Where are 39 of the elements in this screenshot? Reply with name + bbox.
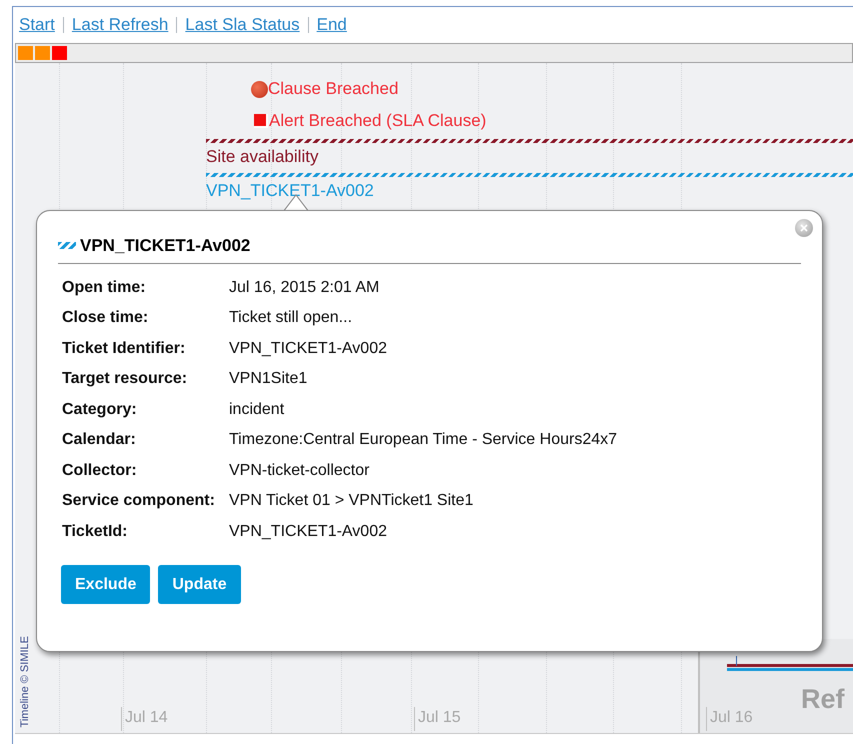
- field-label: Collector:: [62, 460, 138, 480]
- nav-link[interactable]: Last Refresh: [72, 12, 168, 38]
- field-value: Timezone:Central European Time - Service Hours24x7: [229, 430, 618, 450]
- field-label: Close time:: [62, 308, 150, 328]
- event-bar[interactable]: [206, 139, 853, 143]
- event-label[interactable]: Alert Breached (SLA Clause): [269, 108, 486, 134]
- field-label: Target resource:: [62, 369, 188, 389]
- popup-title: VPN_TICKET1-Av002: [80, 235, 250, 257]
- nav-link[interactable]: Start: [19, 12, 55, 38]
- field-label: Calendar:: [62, 430, 137, 450]
- field-label: Service component:: [62, 491, 216, 511]
- field-value: VPN_TICKET1-Av002: [229, 522, 388, 542]
- axis-date-label: Jul 14: [125, 708, 168, 728]
- field-value: VPN Ticket 01 > VPNTicket1 Site1: [229, 491, 474, 511]
- field-value: VPN_TICKET1-Av002: [229, 338, 388, 358]
- hatched-icon: [58, 242, 76, 250]
- field-value: incident: [229, 400, 286, 420]
- axis-date-label: Jul 15: [418, 708, 461, 728]
- field-value: VPN-ticket-collector: [229, 460, 370, 480]
- field-value: Ticket still open...: [229, 308, 354, 328]
- field-value: VPN1Site1: [229, 369, 308, 389]
- field-label: TicketId:: [62, 522, 128, 542]
- band-title: Ref: [801, 682, 845, 716]
- popup-button[interactable]: Exclude: [61, 565, 150, 604]
- event-tick: [736, 656, 737, 666]
- field-value: Jul 16, 2015 2:01 AM: [229, 278, 380, 298]
- popup-button[interactable]: Update: [158, 565, 241, 604]
- nav-link[interactable]: Last Sla Status: [185, 12, 300, 38]
- axis-date-label: Jul 16: [710, 708, 753, 728]
- nav-link[interactable]: End: [316, 12, 347, 38]
- square-icon: [254, 114, 268, 128]
- field-label: Category:: [62, 400, 138, 420]
- event-label[interactable]: Site availability: [206, 143, 853, 171]
- field-label: Open time:: [62, 278, 147, 298]
- event-label[interactable]: Clause Breached: [268, 76, 398, 102]
- credit-text: Timeline © SIMILE: [18, 636, 32, 727]
- close-icon[interactable]: [795, 219, 813, 237]
- event-label[interactable]: VPN_TICKET1-Av002: [206, 177, 853, 205]
- field-label: Ticket Identifier:: [62, 338, 186, 358]
